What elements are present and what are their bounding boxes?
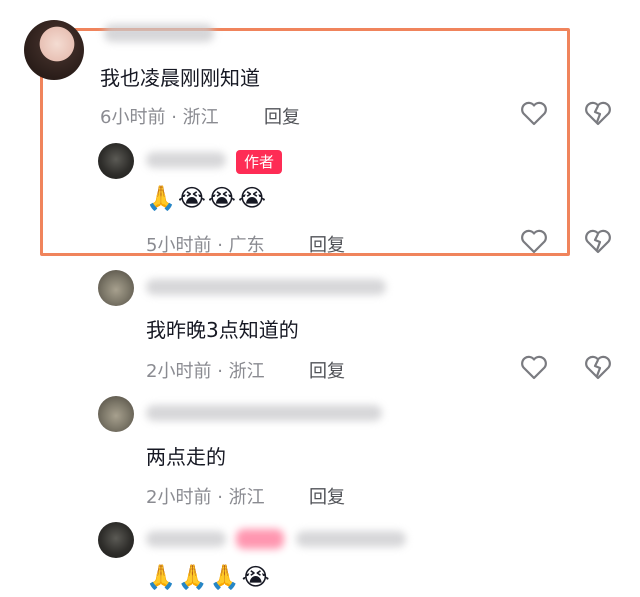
reply-button[interactable]: 回复 — [309, 357, 345, 383]
meta-separator: · — [217, 361, 223, 382]
comment-meta: 5小时前 · 广东 — [146, 231, 265, 257]
heart-outline-icon[interactable] — [520, 228, 548, 254]
heart-outline-icon[interactable] — [520, 354, 548, 380]
comment-emojis: 🙏🙏🙏😭 — [146, 563, 272, 591]
comment-meta: 2小时前 · 浙江 — [146, 357, 265, 383]
meta-separator: · — [171, 107, 177, 128]
reply-button[interactable]: 回复 — [264, 103, 300, 129]
username-blurred[interactable] — [146, 531, 226, 547]
username-blurred[interactable] — [146, 405, 382, 421]
avatar[interactable] — [24, 20, 84, 80]
broken-heart-icon[interactable] — [584, 100, 612, 126]
comment-time: 5小时前 — [146, 235, 212, 256]
meta-separator: · — [217, 487, 223, 508]
comment-text: 两点走的 — [146, 445, 226, 469]
comment-emojis: 🙏😭😭😭 — [146, 184, 269, 212]
comment-text: 我也凌晨刚刚知道 — [100, 66, 260, 90]
comment-text: 我昨晚3点知道的 — [146, 318, 299, 342]
broken-heart-icon[interactable] — [584, 354, 612, 380]
comment-location: 广东 — [228, 235, 265, 256]
reply-button[interactable]: 回复 — [309, 231, 345, 257]
username-blurred[interactable] — [104, 24, 214, 42]
comment-time: 2小时前 — [146, 487, 212, 508]
comment-time: 2小时前 — [146, 361, 212, 382]
comment-time: 6小时前 — [100, 107, 166, 128]
heart-outline-icon[interactable] — [520, 100, 548, 126]
avatar[interactable] — [98, 396, 134, 432]
comment-meta: 6小时前 · 浙江 — [100, 103, 219, 129]
avatar[interactable] — [98, 522, 134, 558]
broken-heart-icon[interactable] — [584, 228, 612, 254]
username-blurred[interactable] — [146, 279, 386, 295]
author-badge-blurred — [236, 529, 284, 549]
author-badge: 作者 — [236, 150, 283, 174]
comment-meta: 2小时前 · 浙江 — [146, 483, 265, 509]
reply-button[interactable]: 回复 — [309, 483, 345, 509]
comment-location: 浙江 — [228, 487, 265, 508]
username-blurred[interactable] — [146, 152, 226, 168]
comment-location: 浙江 — [182, 107, 219, 128]
reply-target-blurred — [296, 531, 406, 547]
avatar[interactable] — [98, 143, 134, 179]
meta-separator: · — [217, 235, 223, 256]
comment-location: 浙江 — [228, 361, 265, 382]
avatar[interactable] — [98, 270, 134, 306]
